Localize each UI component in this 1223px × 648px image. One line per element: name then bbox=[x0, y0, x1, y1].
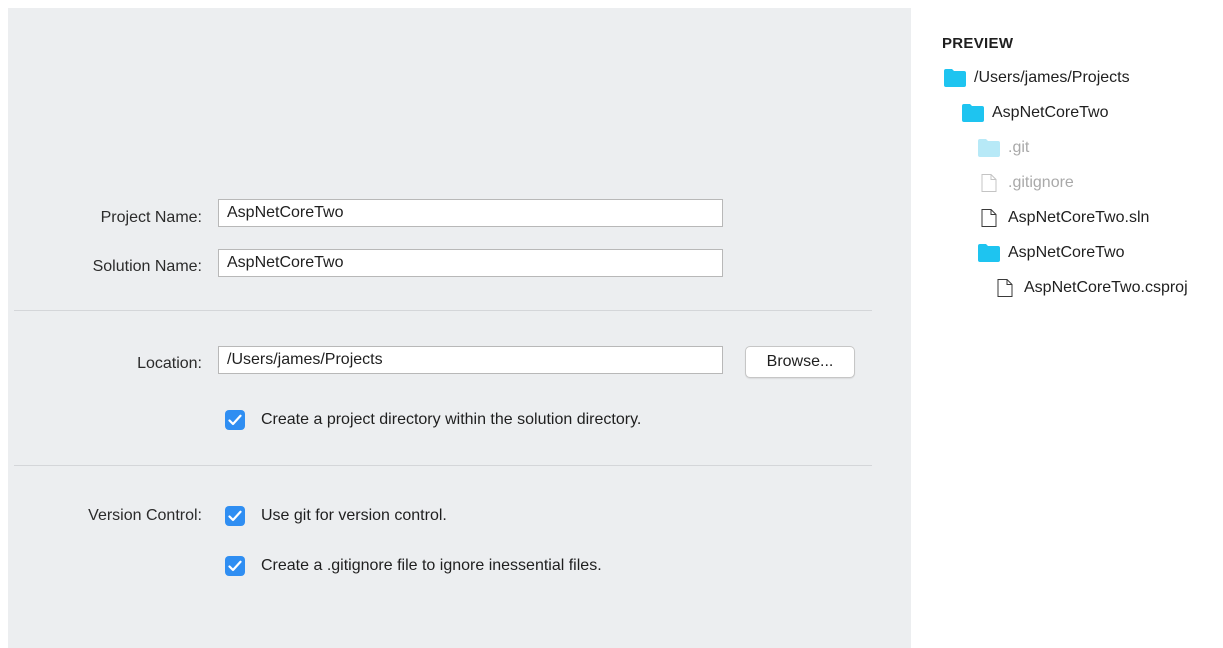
new-project-dialog: Project Name: Solution Name: Location: B… bbox=[0, 0, 1223, 648]
checkmark-icon bbox=[228, 510, 242, 522]
tree-item-label: AspNetCoreTwo.sln bbox=[1008, 209, 1150, 226]
tree-item: AspNetCoreTwo.sln bbox=[978, 206, 1149, 230]
create-project-dir-row[interactable]: Create a project directory within the so… bbox=[225, 409, 641, 431]
gitignore-row[interactable]: Create a .gitignore file to ignore iness… bbox=[225, 555, 602, 577]
tree-item: /Users/james/Projects bbox=[944, 66, 1130, 90]
folder-icon bbox=[944, 69, 966, 87]
location-label: Location: bbox=[137, 355, 202, 372]
tree-item: AspNetCoreTwo.csproj bbox=[994, 276, 1188, 300]
gitignore-label: Create a .gitignore file to ignore iness… bbox=[261, 557, 602, 574]
tree-item-label: AspNetCoreTwo bbox=[1008, 244, 1125, 261]
tree-item-label: AspNetCoreTwo bbox=[992, 104, 1109, 121]
use-git-row[interactable]: Use git for version control. bbox=[225, 505, 447, 527]
checkmark-icon bbox=[228, 560, 242, 572]
use-git-checkbox[interactable] bbox=[225, 506, 245, 526]
version-control-label: Version Control: bbox=[88, 507, 202, 524]
use-git-label: Use git for version control. bbox=[261, 507, 447, 524]
tree-item: AspNetCoreTwo bbox=[962, 101, 1109, 125]
gitignore-checkbox[interactable] bbox=[225, 556, 245, 576]
solution-name-input[interactable] bbox=[218, 249, 723, 277]
checkmark-icon bbox=[228, 414, 242, 426]
solution-name-label: Solution Name: bbox=[92, 258, 202, 275]
folder-icon bbox=[978, 244, 1000, 262]
tree-item-label: AspNetCoreTwo.csproj bbox=[1024, 279, 1188, 296]
file-icon bbox=[997, 279, 1013, 297]
section-divider bbox=[14, 310, 872, 311]
create-project-dir-checkbox[interactable] bbox=[225, 410, 245, 430]
project-name-input[interactable] bbox=[218, 199, 723, 227]
tree-item: .gitignore bbox=[978, 171, 1074, 195]
location-input[interactable] bbox=[218, 346, 723, 374]
folder-icon bbox=[962, 104, 984, 122]
tree-item-label: /Users/james/Projects bbox=[974, 69, 1130, 86]
create-project-dir-label: Create a project directory within the so… bbox=[261, 411, 642, 428]
project-settings-panel: Project Name: Solution Name: Location: B… bbox=[8, 8, 911, 648]
file-icon bbox=[981, 174, 997, 192]
tree-item-label: .gitignore bbox=[1008, 174, 1074, 191]
preview-title: PREVIEW bbox=[942, 35, 1014, 52]
tree-item-label: .git bbox=[1008, 139, 1030, 156]
project-name-label: Project Name: bbox=[100, 209, 202, 226]
section-divider bbox=[14, 465, 872, 466]
folder-icon bbox=[978, 139, 1000, 157]
tree-item: .git bbox=[978, 136, 1029, 160]
browse-button[interactable]: Browse... bbox=[745, 346, 855, 378]
file-icon bbox=[981, 209, 997, 227]
tree-item: AspNetCoreTwo bbox=[978, 241, 1125, 265]
